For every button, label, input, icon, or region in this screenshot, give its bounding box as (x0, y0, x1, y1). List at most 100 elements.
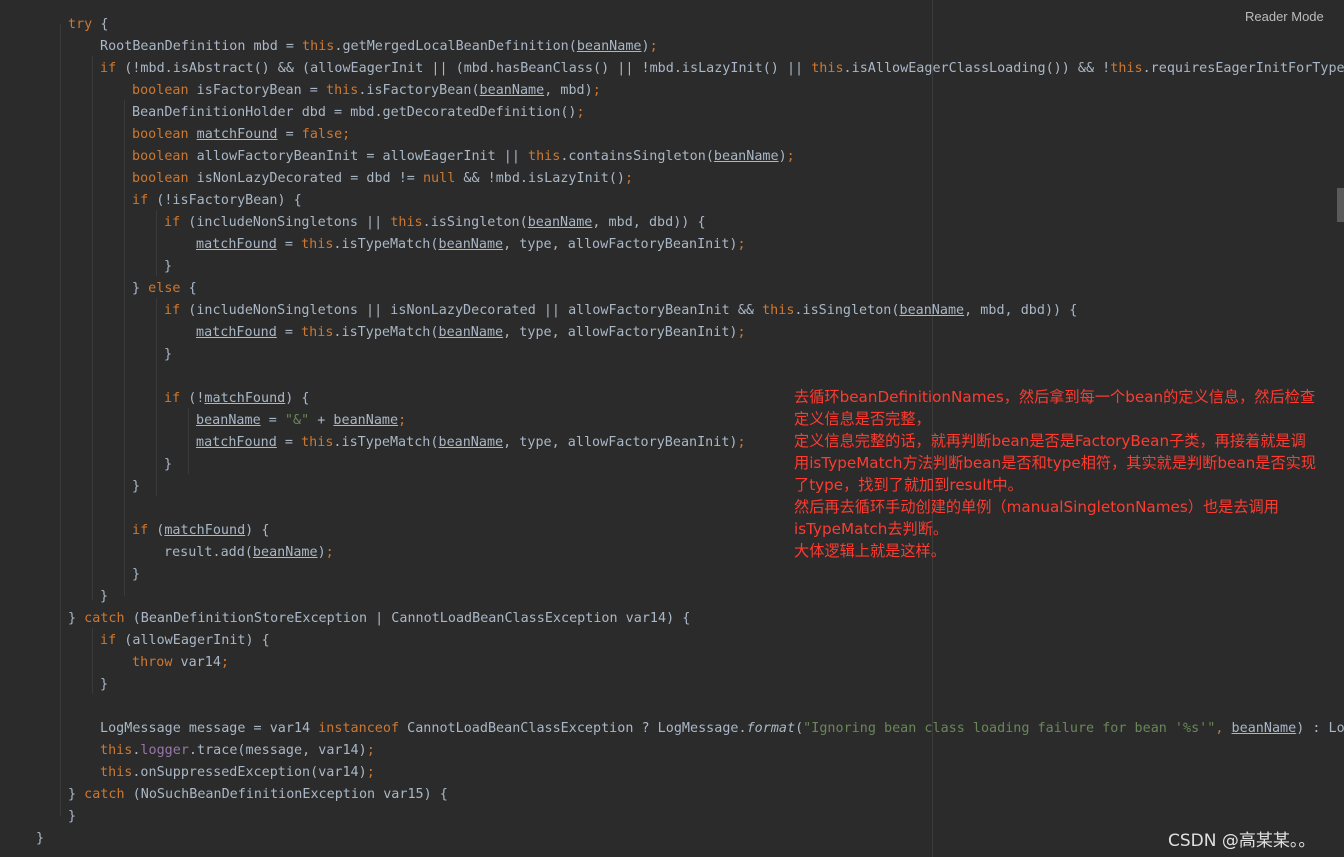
code-token: isFactoryBean = (188, 83, 326, 98)
indent-guide (188, 408, 189, 474)
code-token: ; (325, 545, 334, 560)
code-token: null (422, 171, 456, 186)
code-token: ) (317, 545, 326, 560)
code-token: ) (778, 149, 787, 164)
indent-guide (124, 100, 125, 596)
code-token: .containsSingleton( (560, 149, 714, 164)
code-token: , type, allowFactoryBeanInit) (503, 435, 738, 450)
code-line[interactable]: } (132, 476, 140, 498)
code-token: if (100, 61, 117, 76)
code-token: { (92, 17, 109, 32)
code-token: .isSingleton( (422, 215, 528, 230)
code-token: ) { (245, 523, 270, 538)
code-token: ; (737, 325, 746, 340)
code-token: RootBeanDefinition mbd = (100, 39, 303, 54)
code-token: matchFound (196, 435, 277, 450)
code-token: { (180, 281, 197, 296)
code-token: allowFactoryBeanInit = allowEagerInit || (188, 149, 529, 164)
code-line[interactable]: if (includeNonSingletons || isNonLazyDec… (164, 300, 1077, 322)
code-line[interactable]: RootBeanDefinition mbd = this.getMergedL… (100, 36, 658, 58)
code-token: matchFound (196, 127, 278, 142)
code-token: ; (649, 39, 658, 54)
code-line[interactable]: beanName = "&" + beanName; (196, 410, 406, 432)
code-token: + (309, 413, 334, 428)
code-line[interactable]: LogMessage message = var14 instanceof Ca… (100, 718, 1344, 740)
reader-mode-button[interactable]: Reader Mode (1245, 9, 1324, 24)
code-token: (BeanDefinitionStoreException | CannotLo… (124, 611, 691, 626)
annotation-line: 定义信息完整的话，就再判断bean是否是FactoryBean子类，再接着就是调 (794, 432, 1306, 450)
indent-guide (92, 56, 93, 600)
code-token: beanName (438, 325, 504, 340)
watermark: CSDN @高某某。。 (1168, 831, 1316, 851)
code-line[interactable]: result.add(beanName); (164, 542, 334, 564)
code-line[interactable]: } (164, 454, 172, 476)
code-token: , type, allowFactoryBeanInit) (503, 237, 738, 252)
code-line[interactable]: if (!mbd.isAbstract() && (allowEagerInit… (100, 58, 1344, 80)
code-token: ) { (285, 391, 310, 406)
code-token: ; (398, 413, 407, 428)
code-line[interactable]: this.logger.trace(message, var14); (100, 740, 375, 762)
code-line[interactable]: matchFound = this.isTypeMatch(beanName, … (196, 322, 746, 344)
code-token: ; (786, 149, 795, 164)
scrollbar-thumb[interactable] (1337, 188, 1344, 222)
code-token: beanName (576, 39, 642, 54)
code-token: .getMergedLocalBeanDefinition( (334, 39, 577, 54)
code-token: ( (148, 523, 165, 538)
code-line[interactable]: BeanDefinitionHolder dbd = mbd.getDecora… (132, 102, 585, 124)
code-token: beanName (438, 435, 504, 450)
code-line[interactable]: this.onSuppressedException(var14); (100, 762, 375, 784)
code-line[interactable]: } (100, 674, 108, 696)
code-token: catch (84, 611, 125, 626)
code-token: "Ignoring bean class loading failure for… (803, 721, 1216, 736)
code-line[interactable]: if (!isFactoryBean) { (132, 190, 302, 212)
code-line[interactable]: throw var14; (132, 652, 229, 674)
code-token: } (100, 589, 109, 604)
code-line[interactable]: } (164, 256, 172, 278)
code-line[interactable]: } (164, 344, 172, 366)
code-line[interactable]: } (36, 828, 44, 850)
code-token: boolean (132, 83, 189, 98)
code-editor[interactable]: try {RootBeanDefinition mbd = this.getMe… (0, 0, 1344, 857)
annotation-line: 了type，找到了就加到result中。 (794, 476, 1023, 494)
code-line[interactable]: boolean matchFound = false; (132, 124, 350, 146)
code-line[interactable]: } else { (132, 278, 197, 300)
code-line[interactable]: } (100, 586, 108, 608)
code-line[interactable]: matchFound = this.isTypeMatch(beanName, … (196, 234, 746, 256)
code-token: this (811, 61, 844, 76)
code-token: } (68, 611, 85, 626)
code-token: .isTypeMatch( (333, 325, 439, 340)
code-line[interactable]: } (68, 806, 76, 828)
code-token: matchFound (196, 237, 277, 252)
code-token: throw (132, 655, 173, 670)
code-token: instanceof (318, 721, 400, 736)
code-token: .isTypeMatch( (333, 237, 439, 252)
code-token: } (132, 281, 149, 296)
code-token: boolean (132, 149, 189, 164)
code-line[interactable]: boolean isNonLazyDecorated = dbd != null… (132, 168, 633, 190)
code-token: else (148, 281, 181, 296)
annotation-line: 大体逻辑上就是这样。 (794, 542, 946, 560)
code-line[interactable]: boolean allowFactoryBeanInit = allowEage… (132, 146, 795, 168)
code-token: } (68, 809, 77, 824)
code-token: = (276, 325, 302, 340)
code-line[interactable]: matchFound = this.isTypeMatch(beanName, … (196, 432, 746, 454)
code-token: } (68, 787, 85, 802)
indent-guide (156, 210, 157, 276)
code-token: (! (180, 391, 205, 406)
code-line[interactable]: } catch (BeanDefinitionStoreException | … (68, 608, 690, 630)
code-token: , mbd) (544, 83, 593, 98)
code-line[interactable]: } catch (NoSuchBeanDefinitionException v… (68, 784, 448, 806)
code-token: ; (366, 765, 375, 780)
code-line[interactable]: if (!matchFound) { (164, 388, 310, 410)
code-line[interactable]: boolean isFactoryBean = this.isFactoryBe… (132, 80, 601, 102)
code-line[interactable]: if (allowEagerInit) { (100, 630, 270, 652)
code-line[interactable]: } (132, 564, 140, 586)
code-token: ; (220, 655, 230, 670)
code-line[interactable]: if (includeNonSingletons || this.isSingl… (164, 212, 706, 234)
code-token: if (132, 193, 149, 208)
code-line[interactable]: try { (68, 14, 108, 36)
code-token: beanName (196, 413, 261, 428)
annotation-line: 用isTypeMatch方法判断bean是否和type相符，其实就是判断bean… (794, 454, 1317, 472)
code-line[interactable]: if (matchFound) { (132, 520, 269, 542)
